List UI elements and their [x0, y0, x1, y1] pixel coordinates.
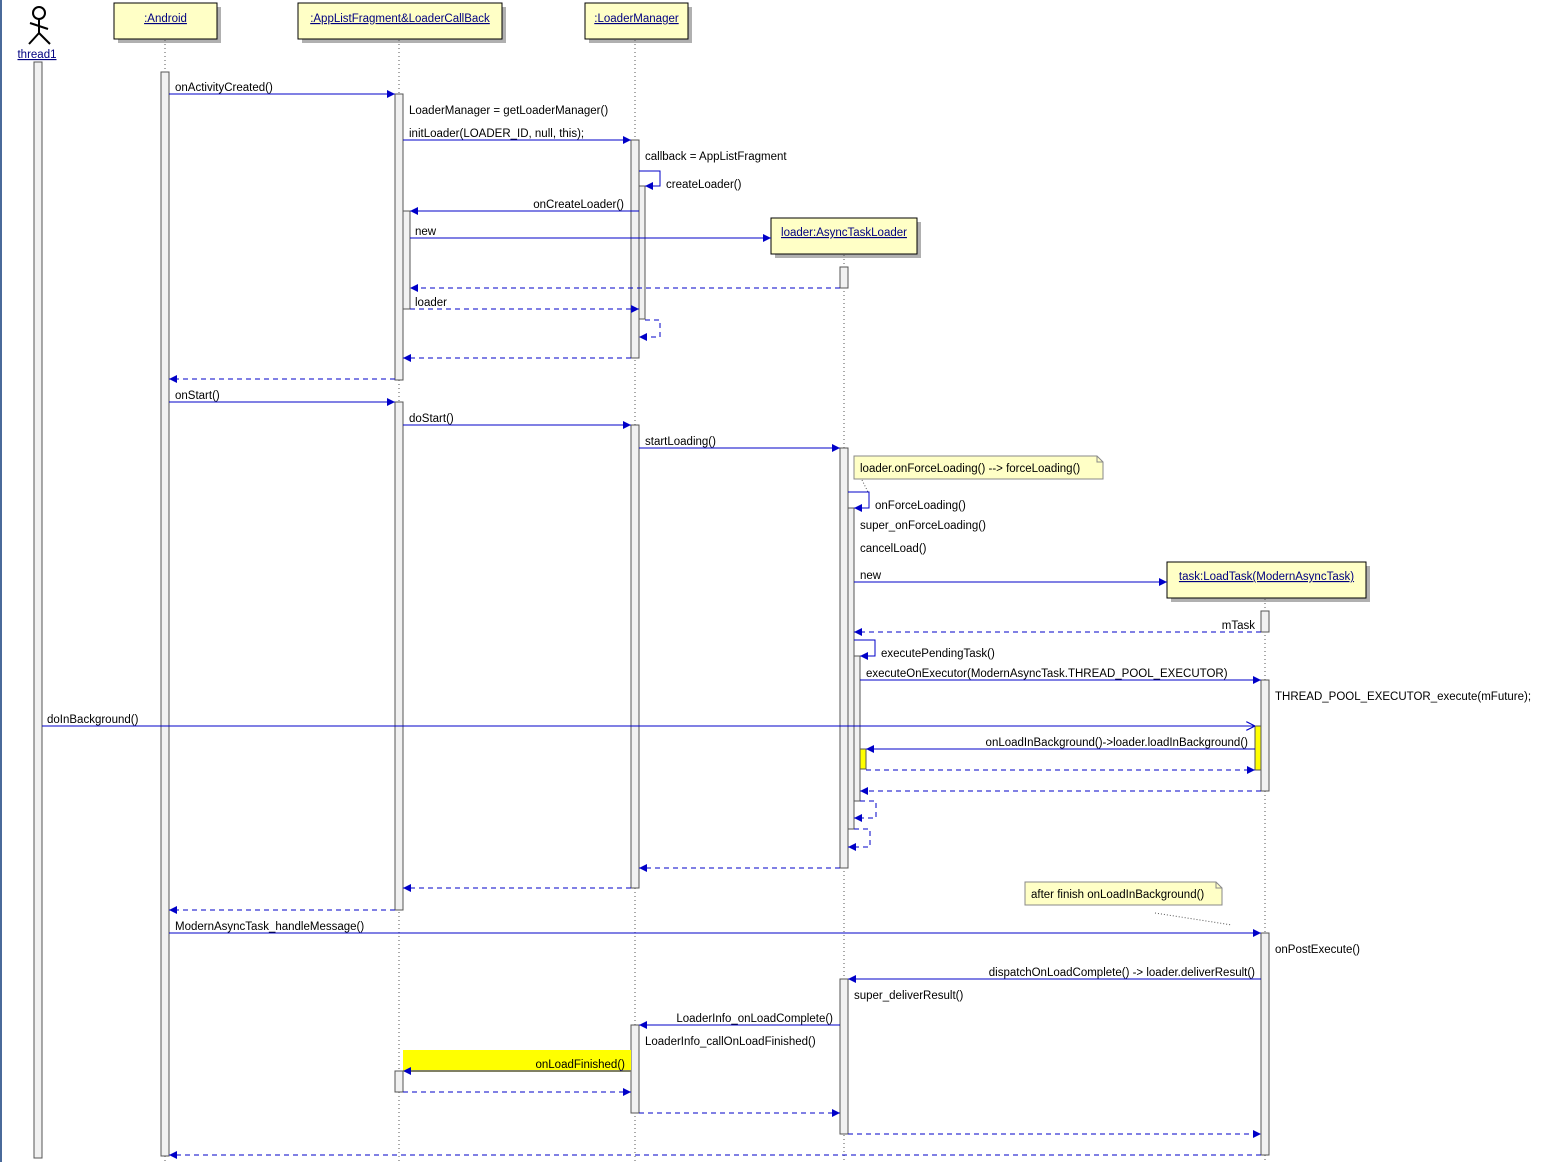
message-initloader: initLoader(LOADER_ID, null, this); — [403, 128, 631, 144]
message-label: startLoading() — [645, 436, 716, 448]
activation-task — [1260, 610, 1270, 633]
message-label: THREAD_POOL_EXECUTOR_execute(mFuture); — [1275, 691, 1531, 703]
activation-task-highlight — [1254, 725, 1262, 771]
activation-loader-nested — [847, 507, 855, 830]
message-dostart: doStart() — [403, 413, 631, 429]
participant-fragment[interactable]: :AppListFragment&LoaderCallBack — [297, 2, 506, 43]
activation-thread1 — [33, 61, 43, 1159]
message-label: initLoader(LOADER_ID, null, this); — [409, 128, 584, 140]
message-label: super_deliverResult() — [854, 990, 963, 1002]
participant-label: :AppListFragment&LoaderCallBack — [310, 13, 490, 25]
message-new-loader: new — [410, 226, 771, 242]
participant-label: :Android — [144, 13, 187, 25]
message-label: callback = AppListFragment — [645, 151, 787, 163]
note-text: after finish onLoadInBackground() — [1031, 889, 1204, 901]
message-label: cancelLoad() — [860, 543, 927, 555]
message-label: onStart() — [175, 390, 220, 402]
message-label: onLoadFinished() — [535, 1059, 625, 1071]
participant-label: loader:AsyncTaskLoader — [781, 227, 907, 239]
message-label: new — [415, 226, 437, 238]
message-onforceloading: onForceLoading() — [848, 491, 966, 512]
message-label: LoaderManager = getLoaderManager() — [409, 105, 608, 117]
return-self — [639, 319, 661, 341]
message-dispatchonloadcomplete: dispatchOnLoadComplete() -> loader.deliv… — [848, 967, 1261, 983]
message-loaderinfo-onloadcomplete: LoaderInfo_onLoadComplete() — [639, 1013, 840, 1029]
message-label: new — [860, 570, 882, 582]
participant-loadermanager[interactable]: :LoaderManager — [584, 2, 692, 43]
message-new-task: new — [854, 570, 1167, 586]
message-label: LoaderInfo_callOnLoadFinished() — [645, 1036, 816, 1048]
message-label: executePendingTask() — [881, 648, 995, 660]
activation-loader-nested2 — [853, 655, 861, 802]
activation-task — [1260, 679, 1270, 792]
activation-loader — [839, 447, 849, 869]
actor-thread1[interactable]: thread1 — [17, 6, 57, 61]
message-doinbackground: doInBackground() — [42, 714, 1255, 726]
activation-loader-highlight — [859, 748, 867, 770]
return-mtask: mTask — [854, 620, 1261, 636]
note-after-finish: after finish onLoadInBackground() — [1024, 881, 1233, 926]
message-label: doStart() — [409, 413, 454, 425]
message-label: ModernAsyncTask_handleMessage() — [175, 921, 364, 933]
return-loader: loader — [410, 297, 639, 313]
stick-figure-icon — [28, 6, 51, 45]
activation-fragment-nested — [402, 210, 411, 310]
message-label: onForceLoading() — [875, 500, 966, 512]
activation-task — [1260, 932, 1270, 1156]
message-label: super_onForceLoading() — [860, 520, 986, 532]
message-label: onActivityCreated() — [175, 82, 273, 94]
participant-label: task:LoadTask(ModernAsyncTask) — [1179, 571, 1354, 583]
return-self — [854, 800, 877, 822]
participant-android[interactable]: :Android — [113, 2, 221, 43]
message-label: onCreateLoader() — [533, 199, 624, 211]
message-oncreateloader: onCreateLoader() — [410, 199, 639, 215]
message-label: onPostExecute() — [1275, 944, 1360, 956]
activation-fragment — [394, 93, 404, 381]
message-label: loader — [415, 297, 447, 309]
activation-loader — [839, 978, 849, 1135]
activation-loadermanager — [630, 424, 640, 889]
return-self — [848, 828, 871, 851]
message-label: mTask — [1222, 620, 1255, 632]
message-label: dispatchOnLoadComplete() -> loader.deliv… — [989, 967, 1255, 979]
sequence-diagram: thread1 :Android :AppListFragment&Loader… — [0, 0, 1531, 1162]
activation-loadermanager-nested — [638, 185, 646, 320]
message-label: executeOnExecutor(ModernAsyncTask.THREAD… — [866, 668, 1228, 680]
message-onstart: onStart() — [169, 390, 395, 406]
message-label: onLoadInBackground()->loader.loadInBackg… — [986, 737, 1249, 749]
participant-task[interactable]: task:LoadTask(ModernAsyncTask) — [1166, 561, 1370, 602]
message-executeonexecutor: executeOnExecutor(ModernAsyncTask.THREAD… — [860, 668, 1261, 684]
note-text: loader.onForceLoading() --> forceLoading… — [860, 463, 1080, 475]
note-force-loading: loader.onForceLoading() --> forceLoading… — [853, 455, 1104, 493]
message-handlemessage: ModernAsyncTask_handleMessage() — [169, 921, 1261, 937]
participant-label: :LoaderManager — [594, 13, 679, 25]
actor-label: thread1 — [17, 49, 56, 61]
activation-loadermanager — [630, 139, 640, 359]
message-label: createLoader() — [666, 179, 742, 191]
activation-android — [160, 71, 170, 1157]
activation-fragment — [394, 1070, 404, 1093]
message-onactivitycreated: onActivityCreated() — [169, 82, 395, 98]
message-label: LoaderInfo_onLoadComplete() — [676, 1013, 833, 1025]
participant-loader[interactable]: loader:AsyncTaskLoader — [770, 217, 921, 258]
activation-loader — [839, 266, 849, 289]
activation-fragment — [394, 401, 404, 911]
message-startloading: startLoading() — [639, 436, 840, 452]
message-label: doInBackground() — [47, 714, 139, 726]
activation-loadermanager — [630, 1024, 640, 1114]
message-executependingtask: executePendingTask() — [854, 639, 995, 660]
message-onloadinbackground: onLoadInBackground()->loader.loadInBackg… — [866, 737, 1255, 753]
message-createloader: createLoader() — [639, 170, 742, 191]
